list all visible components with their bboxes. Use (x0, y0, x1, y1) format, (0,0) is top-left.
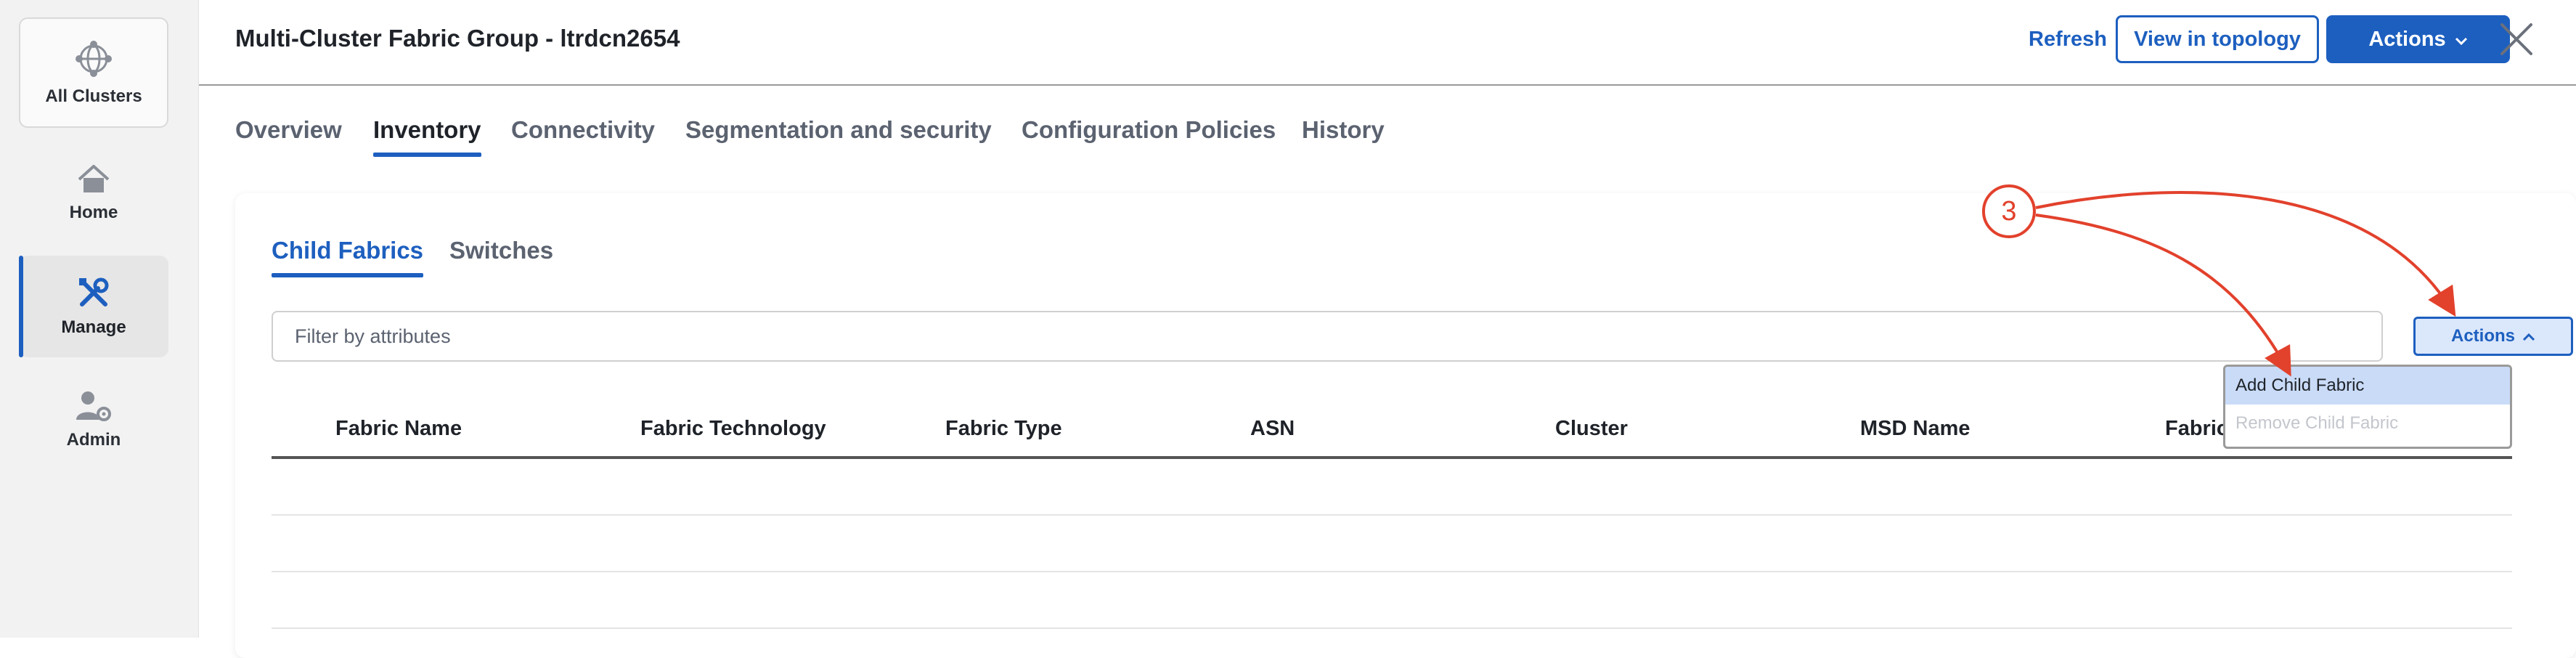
tab-connectivity[interactable]: Connectivity (511, 116, 655, 144)
subtab-child-fabrics[interactable]: Child Fabrics (272, 237, 424, 277)
globe-icon (73, 38, 114, 79)
column-header-fabric[interactable]: Fabric (2165, 417, 2228, 441)
filter-input[interactable]: Filter by attributes (272, 311, 2383, 362)
column-header-fabric-name[interactable]: Fabric Name (335, 417, 462, 441)
refresh-link[interactable]: Refresh (2029, 28, 2107, 52)
table-header: Fabric Name Fabric Technology Fabric Typ… (272, 401, 2512, 459)
tab-overview[interactable]: Overview (235, 116, 342, 144)
left-nav-rail: All Clusters Home Manage Admin (0, 0, 199, 638)
column-header-msd-name[interactable]: MSD Name (1860, 417, 1970, 441)
table-row (272, 516, 2512, 572)
tab-configuration-policies[interactable]: Configuration Policies (1022, 116, 1276, 144)
home-icon (76, 163, 111, 195)
chevron-up-icon (2522, 326, 2535, 346)
column-header-cluster[interactable]: Cluster (1555, 417, 1628, 441)
header-actions-button[interactable]: Actions (2326, 15, 2510, 63)
close-icon[interactable] (2498, 20, 2535, 58)
column-header-fabric-technology[interactable]: Fabric Technology (640, 417, 826, 441)
menu-item-remove-child-fabric: Remove Child Fabric (2235, 413, 2399, 433)
rail-item-label: Admin (66, 430, 121, 450)
chevron-down-icon (2455, 28, 2468, 52)
tools-icon (76, 275, 111, 310)
table-row (272, 459, 2512, 516)
table-actions-label: Actions (2450, 326, 2515, 346)
user-gear-icon (75, 389, 113, 423)
column-header-fabric-type[interactable]: Fabric Type (945, 417, 1062, 441)
subtab-switches[interactable]: Switches (449, 237, 553, 264)
rail-item-home[interactable]: Home (19, 142, 168, 244)
rail-item-label: Manage (61, 317, 126, 337)
rail-item-label: All Clusters (45, 86, 142, 106)
rail-item-all-clusters[interactable]: All Clusters (19, 17, 168, 128)
page-title: Multi-Cluster Fabric Group - ltrdcn2654 (235, 25, 680, 52)
rail-item-label: Home (69, 203, 118, 222)
tab-inventory[interactable]: Inventory (373, 116, 481, 157)
tab-history[interactable]: History (1302, 116, 1385, 144)
tab-segmentation-and-security[interactable]: Segmentation and security (685, 116, 992, 144)
table-row (272, 572, 2512, 629)
header-actions-label: Actions (2368, 27, 2446, 51)
view-in-topology-button[interactable]: View in topology (2116, 15, 2319, 63)
view-in-topology-label: View in topology (2134, 27, 2301, 51)
table-actions-button[interactable]: Actions (2413, 317, 2573, 356)
rail-item-admin[interactable]: Admin (19, 369, 168, 471)
column-header-asn[interactable]: ASN (1250, 417, 1295, 441)
rail-item-manage[interactable]: Manage (19, 256, 168, 357)
menu-item-add-child-fabric[interactable]: Add Child Fabric (2225, 367, 2510, 405)
actions-dropdown-menu: Add Child Fabric Remove Child Fabric (2223, 365, 2512, 449)
page-header: Multi-Cluster Fabric Group - ltrdcn2654 … (199, 0, 2576, 86)
annotation-step-badge: 3 (1982, 184, 2036, 238)
